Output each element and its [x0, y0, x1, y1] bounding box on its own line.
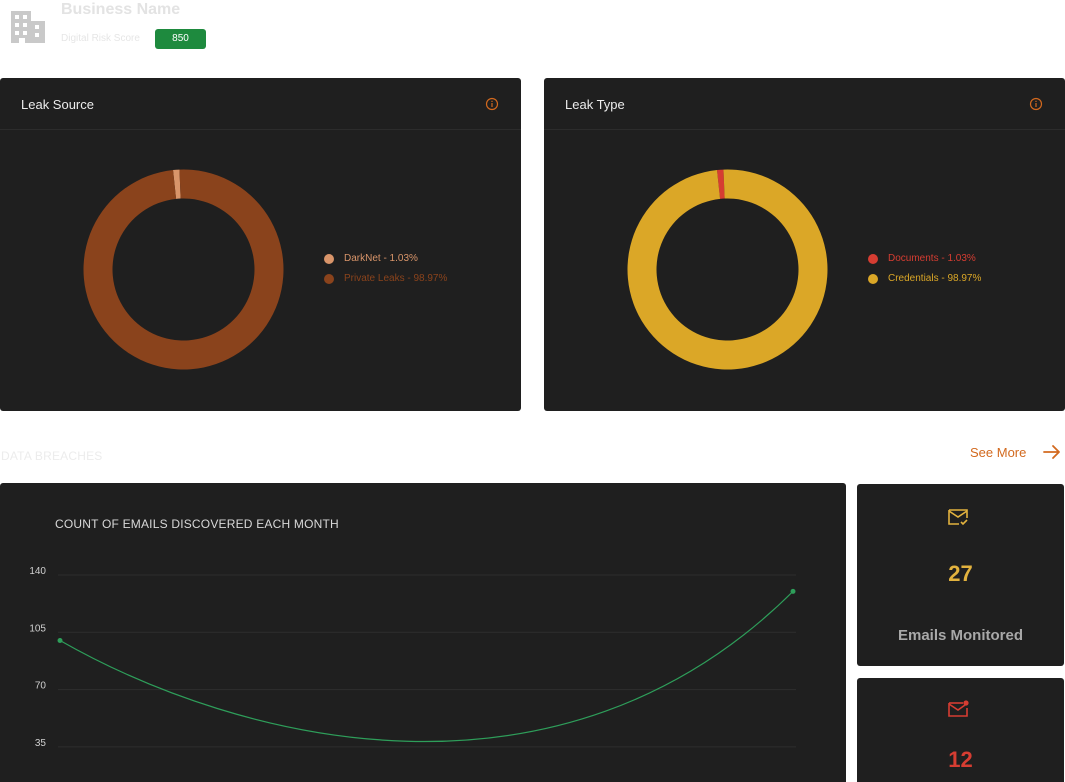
leak-type-donut	[627, 169, 828, 370]
leak-source-donut	[83, 169, 284, 370]
y-tick-label: 70	[35, 681, 47, 692]
card-header: Leak Type	[544, 78, 1065, 130]
y-tick-label: 140	[29, 566, 46, 577]
mail-alert-icon	[948, 700, 969, 717]
dashboard: Business Name Digital Risk Score 850 Lea…	[0, 0, 1065, 782]
emails-line-chart: 140 105 70 35	[29, 566, 796, 749]
see-more-link[interactable]: See More	[970, 442, 1060, 462]
legend-swatch	[868, 254, 878, 264]
series-line	[59, 590, 794, 743]
stat-label: Emails Monitored	[897, 627, 1024, 644]
legend-label: Documents - 1.03%	[888, 253, 976, 264]
card-title: Leak Source	[21, 97, 94, 112]
leak-type-card: Leak Type Documents - 1.03% Credentials …	[544, 78, 1065, 411]
legend-label: Private Leaks - 98.97%	[344, 273, 448, 284]
data-breaches-label: DATA BREACHES	[1, 449, 103, 463]
emails-chart-card: COUNT OF EMAILS DISCOVERED EACH MONTH 14…	[0, 483, 846, 782]
y-tick-label: 35	[35, 738, 47, 749]
card-title: Leak Type	[565, 97, 625, 112]
y-tick-label: 105	[29, 623, 46, 634]
stat-value: 27	[948, 561, 973, 586]
data-point[interactable]	[57, 637, 63, 643]
legend-label: DarkNet - 1.03%	[344, 253, 418, 264]
info-icon[interactable]	[1029, 97, 1043, 111]
info-icon[interactable]	[485, 97, 499, 111]
donut-slice[interactable]	[83, 169, 284, 370]
business-header: Business Name Digital Risk Score 850	[6, 0, 506, 60]
legend-swatch	[868, 274, 878, 284]
donut-slice[interactable]	[627, 169, 828, 370]
arrow-right-icon	[1043, 445, 1060, 459]
building-icon	[11, 11, 45, 43]
stat-card-emails-breached: 12	[857, 678, 1064, 782]
legend-swatch	[324, 254, 334, 264]
see-more-label: See More	[970, 444, 1027, 460]
stat-card-emails-monitored: 27 Emails Monitored	[857, 484, 1064, 666]
business-name: Business Name	[61, 1, 181, 18]
legend-label: Credentials - 98.97%	[888, 273, 982, 284]
stat-value: 12	[948, 747, 973, 772]
mail-check-icon	[948, 509, 968, 526]
risk-score-label: Digital Risk Score	[61, 33, 140, 44]
card-header: Leak Source	[0, 78, 521, 130]
leak-source-card: Leak Source DarkNet - 1.03% Private Leak…	[0, 78, 521, 411]
legend-swatch	[324, 274, 334, 284]
risk-score-badge: 850	[155, 29, 206, 49]
data-point[interactable]	[790, 588, 796, 594]
